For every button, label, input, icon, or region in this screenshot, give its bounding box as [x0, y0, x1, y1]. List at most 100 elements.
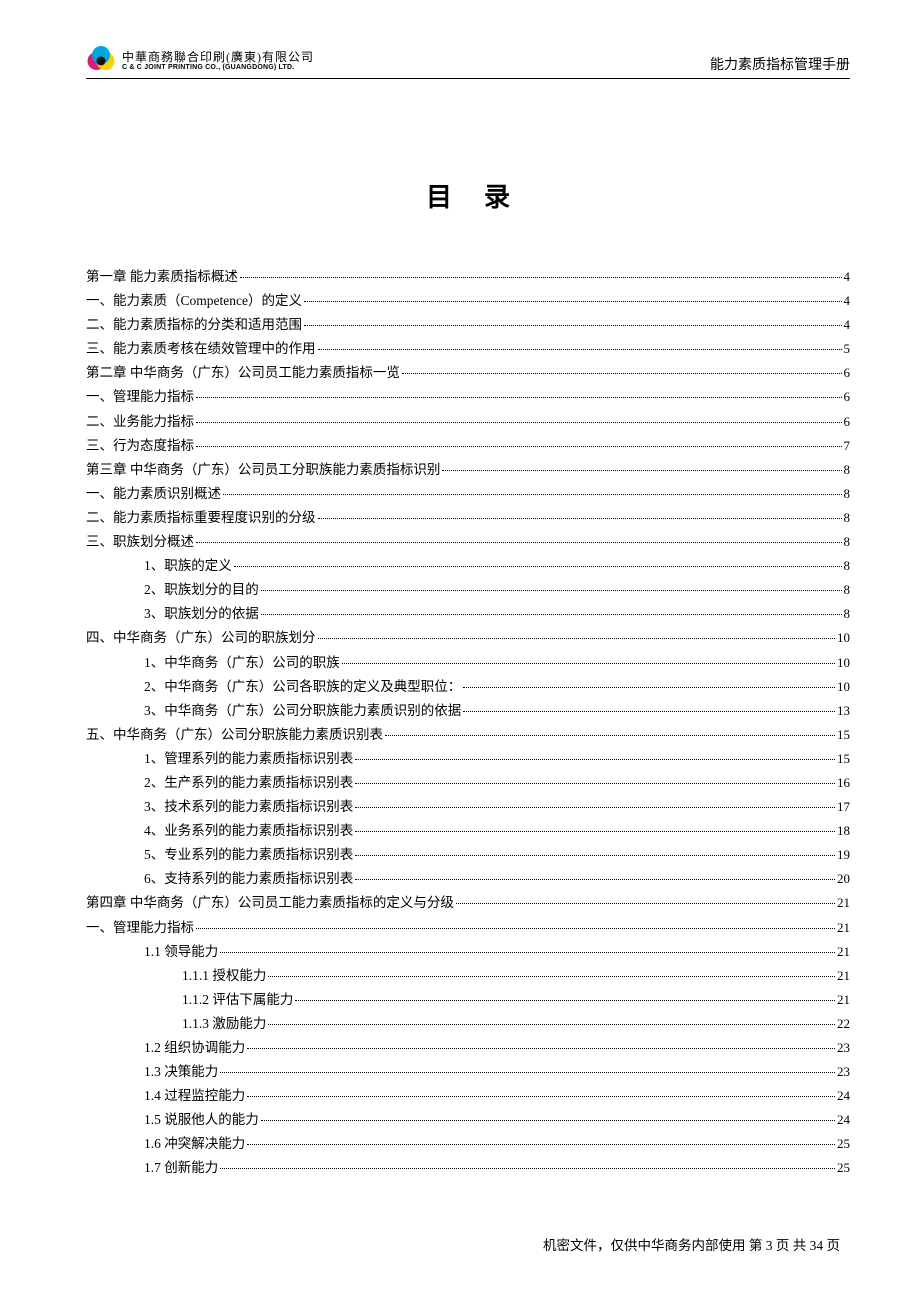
toc-entry: 1.5 说服他人的能力24 — [86, 1113, 850, 1127]
footer-current-page: 3 — [766, 1238, 773, 1253]
toc-leader-dots — [355, 759, 835, 760]
toc-entry-label: 第一章 能力素质指标概述 — [86, 270, 238, 284]
toc-entry-label: 第二章 中华商务（广东）公司员工能力素质指标一览 — [86, 366, 400, 380]
toc-entry: 第三章 中华商务（广东）公司员工分职族能力素质指标识别 8 — [86, 463, 850, 477]
toc-entry: 3、职族划分的依据8 — [86, 607, 850, 621]
toc-leader-dots — [355, 879, 835, 880]
toc-entry-page: 13 — [837, 704, 850, 717]
toc-entry-label: 1.6 冲突解决能力 — [144, 1137, 245, 1151]
toc-entry-page: 25 — [837, 1137, 850, 1150]
toc-entry-page: 8 — [844, 535, 851, 548]
toc-entry-page: 4 — [844, 318, 851, 331]
toc-heading: 目录 — [86, 177, 850, 214]
toc-leader-dots — [355, 783, 835, 784]
toc-entry-label: 一、管理能力指标 — [86, 921, 194, 935]
toc-leader-dots — [355, 855, 835, 856]
document-title: 能力素质指标管理手册 — [710, 54, 850, 74]
table-of-contents: 第一章 能力素质指标概述4一、能力素质（Competence）的定义4二、能力素… — [86, 270, 850, 1175]
toc-entry-label: 1、职族的定义 — [144, 559, 232, 573]
toc-leader-dots — [247, 1048, 835, 1049]
footer-mid: 页 共 — [773, 1238, 810, 1253]
toc-leader-dots — [196, 422, 842, 423]
toc-entry-label: 1、管理系列的能力素质指标识别表 — [144, 752, 353, 766]
toc-leader-dots — [261, 1120, 835, 1121]
toc-leader-dots — [318, 638, 836, 639]
toc-entry-label: 2、生产系列的能力素质指标识别表 — [144, 776, 353, 790]
toc-entry-label: 1.1 领导能力 — [144, 945, 218, 959]
toc-leader-dots — [220, 1168, 835, 1169]
toc-entry-label: 四、中华商务（广东）公司的职族划分 — [86, 631, 316, 645]
toc-entry-page: 5 — [844, 342, 851, 355]
toc-entry: 2、中华商务（广东）公司各职族的定义及典型职位：10 — [86, 680, 850, 694]
toc-leader-dots — [247, 1096, 835, 1097]
toc-entry-page: 8 — [844, 487, 851, 500]
toc-entry-label: 4、业务系列的能力素质指标识别表 — [144, 824, 353, 838]
toc-leader-dots — [355, 807, 835, 808]
toc-entry: 1.6 冲突解决能力 25 — [86, 1137, 850, 1151]
toc-entry: 6、支持系列的能力素质指标识别表20 — [86, 872, 850, 886]
toc-entry-page: 10 — [837, 680, 850, 693]
toc-entry-page: 25 — [837, 1161, 850, 1174]
toc-entry: 3、中华商务（广东）公司分职族能力素质识别的依据 13 — [86, 704, 850, 718]
toc-entry: 三、职族划分概述8 — [86, 535, 850, 549]
toc-entry-label: 第四章 中华商务（广东）公司员工能力素质指标的定义与分级 — [86, 896, 454, 910]
toc-entry-label: 1.1.1 授权能力 — [182, 969, 266, 983]
toc-entry: 二、能力素质指标的分类和适用范围4 — [86, 318, 850, 332]
toc-entry: 1.1.2 评估下属能力21 — [86, 993, 850, 1007]
toc-leader-dots — [196, 542, 842, 543]
toc-entry-label: 五、中华商务（广东）公司分职族能力素质识别表 — [86, 728, 383, 742]
toc-entry-label: 三、行为态度指标 — [86, 439, 194, 453]
toc-entry: 1.1 领导能力 21 — [86, 945, 850, 959]
toc-leader-dots — [355, 831, 835, 832]
toc-entry-label: 第三章 中华商务（广东）公司员工分职族能力素质指标识别 — [86, 463, 440, 477]
toc-entry: 第一章 能力素质指标概述 4 — [86, 270, 850, 284]
toc-entry-page: 4 — [844, 270, 851, 283]
spacer — [86, 83, 850, 177]
toc-entry: 2、职族划分的目的 8 — [86, 583, 850, 597]
toc-entry-label: 二、业务能力指标 — [86, 415, 194, 429]
toc-leader-dots — [220, 952, 835, 953]
toc-entry: 3、技术系列的能力素质指标识别表 17 — [86, 800, 850, 814]
toc-entry: 二、业务能力指标 6 — [86, 415, 850, 429]
toc-leader-dots — [261, 590, 842, 591]
toc-leader-dots — [220, 1072, 835, 1073]
toc-entry: 一、管理能力指标6 — [86, 390, 850, 404]
toc-entry-page: 21 — [837, 945, 850, 958]
toc-leader-dots — [442, 470, 841, 471]
company-logo-icon — [86, 46, 116, 76]
toc-entry-page: 8 — [844, 583, 851, 596]
toc-entry-page: 10 — [837, 656, 850, 669]
toc-entry-label: 3、中华商务（广东）公司分职族能力素质识别的依据 — [144, 704, 461, 718]
page-container: 中華商務聯合印刷(廣東)有限公司 C & C JOINT PRINTING CO… — [0, 0, 920, 1175]
toc-entry-page: 23 — [837, 1065, 850, 1078]
toc-entry-page: 10 — [837, 631, 850, 644]
toc-entry-page: 15 — [837, 728, 850, 741]
toc-entry-page: 23 — [837, 1041, 850, 1054]
toc-entry-page: 8 — [844, 607, 851, 620]
toc-entry: 二、能力素质指标重要程度识别的分级8 — [86, 511, 850, 525]
toc-entry: 第四章 中华商务（广东）公司员工能力素质指标的定义与分级 21 — [86, 896, 850, 910]
toc-entry: 四、中华商务（广东）公司的职族划分 10 — [86, 631, 850, 645]
toc-entry-page: 24 — [837, 1089, 850, 1102]
toc-leader-dots — [268, 976, 835, 977]
toc-entry: 1.1.3 激励能力22 — [86, 1017, 850, 1031]
toc-entry-label: 3、技术系列的能力素质指标识别表 — [144, 800, 353, 814]
toc-entry: 1、中华商务（广东）公司的职族10 — [86, 656, 850, 670]
toc-leader-dots — [402, 373, 842, 374]
toc-entry-page: 6 — [844, 390, 851, 403]
page-header: 中華商務聯合印刷(廣東)有限公司 C & C JOINT PRINTING CO… — [86, 46, 850, 79]
toc-entry-label: 2、职族划分的目的 — [144, 583, 259, 597]
toc-leader-dots — [463, 687, 835, 688]
toc-entry: 一、能力素质识别概述8 — [86, 487, 850, 501]
toc-entry-page: 8 — [844, 463, 851, 476]
toc-entry-page: 21 — [837, 896, 850, 909]
toc-leader-dots — [318, 518, 842, 519]
toc-entry-page: 6 — [844, 415, 851, 428]
toc-entry: 4、业务系列的能力素质指标识别表18 — [86, 824, 850, 838]
toc-entry-page: 21 — [837, 921, 850, 934]
toc-entry-page: 8 — [844, 511, 851, 524]
toc-entry-page: 17 — [837, 800, 850, 813]
toc-entry-label: 1.3 决策能力 — [144, 1065, 218, 1079]
toc-leader-dots — [304, 301, 842, 302]
company-name-cn: 中華商務聯合印刷(廣東)有限公司 — [122, 51, 314, 64]
